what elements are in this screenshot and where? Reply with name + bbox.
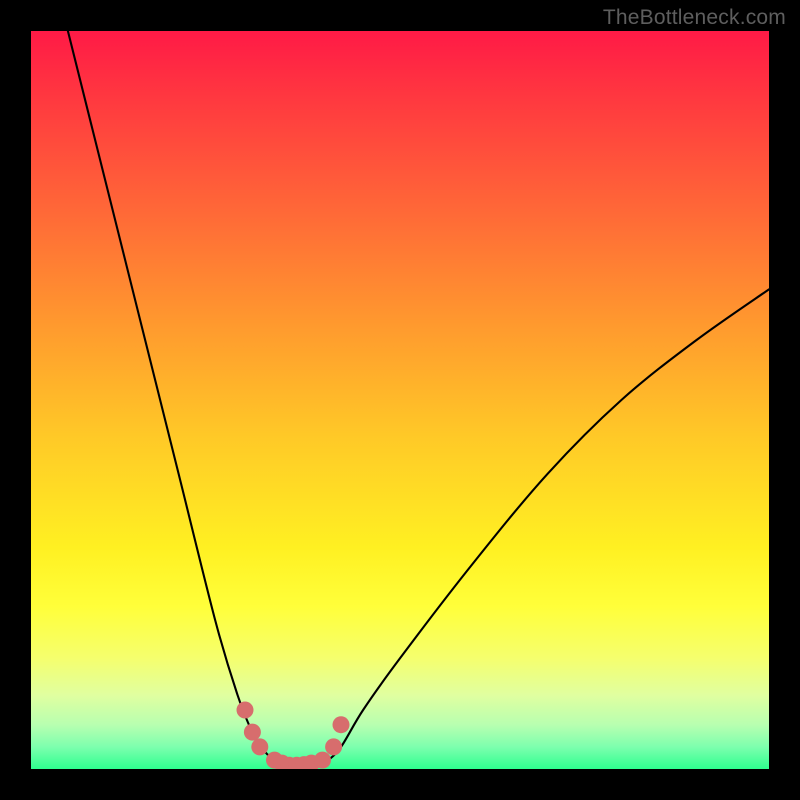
watermark-text: TheBottleneck.com [603, 6, 786, 30]
chart-svg [31, 31, 769, 769]
highlight-markers [237, 702, 350, 770]
chart-frame: TheBottleneck.com [0, 0, 800, 800]
marker-dot [244, 724, 261, 741]
marker-dot [251, 738, 268, 755]
marker-dot [237, 702, 254, 719]
marker-dot [325, 738, 342, 755]
marker-dot [333, 716, 350, 733]
plot-area [31, 31, 769, 769]
marker-dot [314, 752, 331, 769]
bottleneck-curve [68, 31, 769, 769]
